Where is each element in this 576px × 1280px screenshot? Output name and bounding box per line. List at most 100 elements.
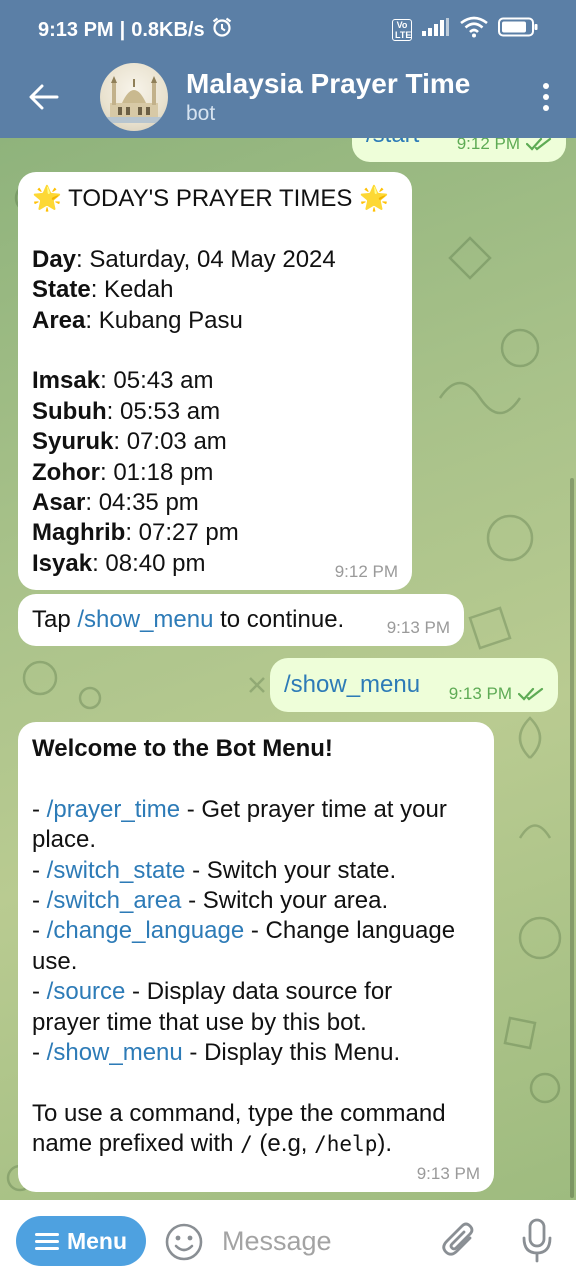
day-row: Day: Saturday, 04 May 2024: [32, 245, 398, 275]
alarm-icon: [211, 16, 233, 44]
network-speed: 0.8KB/s: [131, 18, 205, 41]
message-time: 9:13 PM: [386, 618, 450, 637]
day-value: : Saturday, 04 May 2024: [76, 245, 336, 273]
message-time: 9:12 PM: [334, 562, 398, 581]
menu-item-switch-state: - /switch_state - Switch your state.: [32, 856, 480, 886]
command-link-show-menu[interactable]: /show_menu: [77, 606, 213, 633]
command-link-show-menu[interactable]: /show_menu: [47, 1039, 183, 1066]
message-time: 9:12 PM: [456, 138, 520, 153]
message-time: 9:13 PM: [448, 684, 512, 703]
emoji-button[interactable]: [164, 1222, 204, 1267]
tap-suffix: to continue.: [213, 606, 345, 633]
state-value: : Kedah: [90, 276, 174, 304]
chat-area[interactable]: /start 9:12 PM 🌟 TODAY'S PRAYER TIMES 🌟 …: [0, 138, 576, 1200]
menu-desc: - Display data source for: [125, 978, 393, 1006]
dot-icon: [543, 94, 549, 100]
message-meta: 9:13 PM: [449, 684, 544, 704]
prayer-value: : 07:03 am: [113, 428, 227, 456]
sparkle-icon: 🌟: [32, 185, 62, 212]
prayer-row-zohor: Zohor: 01:18 pm: [32, 458, 398, 488]
status-right: Vo LTE: [392, 16, 538, 44]
footer-code-help[interactable]: /help: [314, 1132, 377, 1156]
microphone-icon: [522, 1218, 552, 1263]
menu-item-show-menu: - /show_menu - Display this Menu.: [32, 1038, 480, 1068]
menu-item-change-language: - /change_language - Change language: [32, 916, 480, 946]
command-link-prayer-time[interactable]: /prayer_time: [47, 796, 180, 823]
prayer-value: : 07:27 pm: [125, 519, 239, 547]
footer-code-slash[interactable]: /: [240, 1132, 253, 1156]
voice-record-button[interactable]: [520, 1218, 554, 1269]
chat-title-block[interactable]: Malaysia Prayer Time bot: [186, 67, 526, 127]
double-check-icon: [518, 687, 544, 701]
status-time: 9:13 PM: [38, 18, 114, 41]
prayer-label: Syuruk: [32, 428, 114, 456]
prayer-label: Maghrib: [32, 519, 126, 547]
message-text[interactable]: /start: [366, 138, 419, 150]
menu-dash: -: [32, 856, 47, 884]
tap-prefix: Tap: [32, 606, 78, 633]
chat-title: Malaysia Prayer Time: [186, 68, 471, 99]
area-row: Area: Kubang Pasu: [32, 306, 398, 336]
scrollbar[interactable]: [570, 478, 574, 1198]
chat-header: Malaysia Prayer Time bot: [0, 56, 576, 138]
message-meta: 9:12 PM: [335, 562, 398, 582]
area-label: Area: [32, 306, 86, 334]
message-show-menu[interactable]: /show_menu 9:13 PM: [270, 658, 558, 712]
prayer-value: : 01:18 pm: [99, 458, 214, 486]
menu-item-source: - /source - Display data source for: [32, 977, 480, 1007]
prayer-row-imsak: Imsak: 05:43 am: [32, 366, 398, 396]
message-composer: Menu: [0, 1200, 576, 1280]
menu-item-source-cont: prayer time that use by this bot.: [32, 1008, 367, 1036]
bot-menu-button[interactable]: Menu: [16, 1216, 146, 1266]
menu-heading: Welcome to the Bot Menu!: [32, 735, 333, 762]
back-arrow-icon: [29, 84, 59, 110]
menu-button-label: Menu: [66, 1227, 128, 1254]
menu-item-change-language-cont: use.: [32, 947, 78, 975]
command-link-change-language[interactable]: /change_language: [47, 917, 245, 944]
message-bot-menu[interactable]: Welcome to the Bot Menu! - /prayer_time …: [18, 722, 494, 1192]
menu-desc: - Get prayer time at your: [180, 795, 447, 823]
message-prayer-times[interactable]: 🌟 TODAY'S PRAYER TIMES 🌟 Day: Saturday, …: [18, 172, 412, 590]
prayer-label: Asar: [32, 489, 86, 517]
menu-dash: -: [32, 887, 47, 915]
prayer-label: Zohor: [32, 458, 100, 486]
sparkle-icon: 🌟: [359, 185, 389, 212]
state-label: State: [32, 276, 91, 304]
message-tap-menu[interactable]: Tap /show_menu to continue. 9:13 PM: [18, 594, 464, 646]
dot-icon: [543, 105, 549, 111]
message-input[interactable]: [222, 1220, 422, 1262]
more-options-button[interactable]: [526, 67, 566, 127]
status-bar: 9:13 PM | 0.8KB/s Vo LTE: [0, 0, 576, 60]
menu-footer-line1: To use a command, type the command: [32, 1099, 446, 1127]
prayer-heading-text: TODAY'S PRAYER TIMES: [68, 185, 353, 212]
prayer-heading: 🌟 TODAY'S PRAYER TIMES 🌟: [32, 184, 398, 214]
double-check-icon: [526, 138, 552, 151]
chat-subtitle: bot: [186, 102, 216, 125]
command-link-source[interactable]: /source: [47, 978, 126, 1005]
prayer-row-subuh: Subuh: 05:53 am: [32, 397, 398, 427]
menu-dash: -: [32, 795, 47, 823]
menu-desc: - Switch your area.: [181, 887, 389, 915]
menu-desc: - Display this Menu.: [182, 1039, 401, 1067]
paperclip-icon: [442, 1222, 474, 1256]
attach-button[interactable]: [440, 1220, 480, 1267]
signal-icon: [422, 18, 450, 42]
prayer-row-syuruk: Syuruk: 07:03 am: [32, 427, 398, 457]
mosque-icon: [106, 76, 162, 123]
back-button[interactable]: [14, 67, 74, 127]
prayer-row-asar: Asar: 04:35 pm: [32, 488, 398, 518]
prayer-value: : 08:40 pm: [92, 549, 206, 577]
menu-item-switch-area: - /switch_area - Switch your area.: [32, 886, 480, 916]
top-bar: 9:13 PM | 0.8KB/s Vo LTE Malaysia Prayer…: [0, 0, 576, 138]
command-link-switch-state[interactable]: /switch_state: [47, 857, 186, 884]
avatar[interactable]: [100, 63, 168, 131]
day-label: Day: [32, 245, 77, 273]
footer-text: (e.g,: [252, 1130, 315, 1158]
command-link-switch-area[interactable]: /switch_area: [47, 887, 182, 914]
message-start[interactable]: /start 9:12 PM: [352, 138, 566, 162]
prayer-label: Subuh: [32, 397, 107, 425]
prayer-value: : 04:35 pm: [85, 489, 199, 517]
status-left: 9:13 PM | 0.8KB/s: [38, 16, 233, 44]
